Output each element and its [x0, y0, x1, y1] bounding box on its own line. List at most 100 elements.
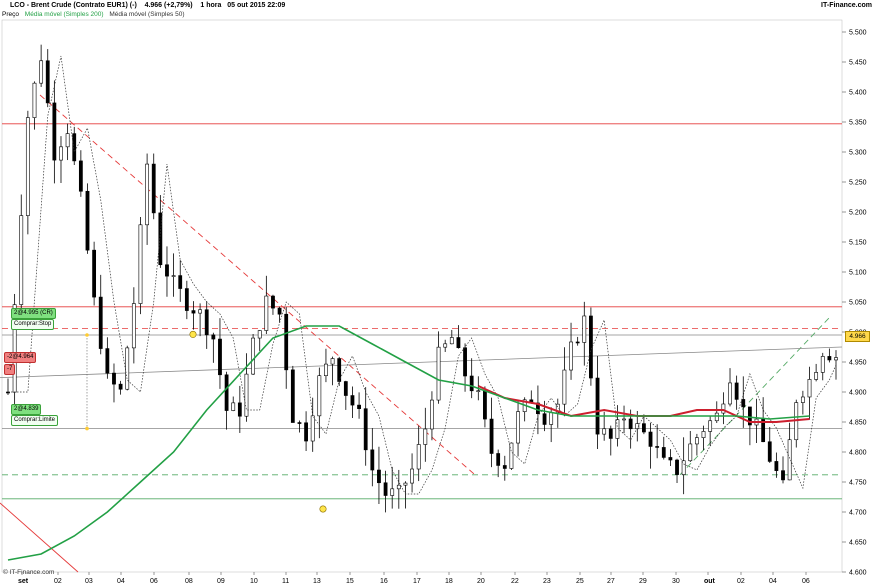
candle-body	[39, 60, 44, 84]
x-tick-label: 16	[380, 578, 388, 585]
candle-body	[118, 383, 123, 390]
candle-body	[257, 330, 262, 339]
stop-order-value[interactable]: 2@4.995 (CR)	[11, 308, 56, 319]
candle-body	[284, 313, 289, 371]
candle-body	[476, 390, 481, 392]
x-tick-label: 06	[150, 578, 158, 585]
candle-body	[65, 133, 70, 148]
x-tick-label: 08	[185, 578, 193, 585]
candle-body	[648, 431, 653, 447]
candle-body	[622, 418, 626, 421]
candle-body	[827, 356, 832, 361]
candle-body	[820, 356, 825, 373]
candle-body	[264, 295, 269, 331]
candle-body	[423, 428, 428, 445]
candle-body	[92, 249, 97, 298]
candle-body	[436, 346, 441, 401]
stop-order-label[interactable]: Comprar:Stop	[11, 319, 55, 330]
x-tick-label: 11	[282, 578, 289, 585]
candle-body	[178, 275, 183, 289]
candle-body	[171, 275, 176, 277]
candle-body	[595, 377, 600, 435]
x-tick-label: set	[18, 578, 29, 585]
x-tick-label: 15	[346, 578, 354, 585]
candle-body	[363, 408, 368, 451]
candle-body	[204, 309, 209, 336]
y-tick-label: 5.050	[849, 300, 867, 307]
candle-body	[85, 190, 90, 251]
alert-icon	[319, 505, 327, 513]
y-tick-label: 5.150	[849, 240, 867, 247]
candle-body	[45, 60, 50, 104]
candle-body	[198, 309, 202, 314]
candle-body	[224, 374, 229, 411]
candle-body	[211, 334, 216, 340]
candle-body	[231, 402, 236, 411]
candle-body	[602, 428, 607, 435]
candle-body	[721, 403, 726, 414]
x-tick-label: 13	[313, 578, 321, 585]
candle-body	[25, 117, 30, 216]
candle-body	[165, 264, 169, 277]
order-marker	[85, 333, 89, 337]
candle-body	[701, 431, 706, 438]
candle-body	[390, 488, 395, 496]
candle-body	[628, 418, 633, 430]
candle-body	[569, 341, 573, 371]
candle-body	[575, 341, 580, 344]
copyright: © IT-Finance.com	[3, 569, 55, 576]
candle-body	[694, 437, 699, 445]
candle-body	[714, 412, 719, 422]
limit-order-value[interactable]: 2@4.839	[11, 404, 42, 415]
candle-body	[416, 444, 421, 470]
candle-body	[449, 337, 454, 345]
trendline-up	[679, 316, 831, 476]
candle-body	[741, 399, 746, 408]
y-tick-label: 5.300	[849, 150, 867, 157]
y-tick-label: 4.700	[849, 510, 867, 517]
sell-order-qty[interactable]: -7	[4, 364, 16, 375]
price-chart[interactable]: 4.600 4.650 4.700 4.750 4.800 4.850 4.900 4.950…	[0, 0, 880, 587]
y-tick-label: 4.650	[849, 540, 867, 547]
candle-body	[834, 357, 838, 361]
candle-body	[396, 484, 401, 490]
candle-body	[105, 348, 110, 374]
order-marker	[85, 426, 89, 431]
limit-order-label[interactable]: Comprar:Limite	[11, 415, 59, 426]
candle-body	[32, 82, 37, 118]
candle-body	[350, 395, 355, 406]
candle-body	[98, 296, 103, 349]
y-tick-label: 5.500	[849, 30, 867, 37]
candle-body	[410, 468, 414, 484]
candle-body	[443, 343, 448, 348]
candle-body	[218, 338, 222, 376]
x-tick-label: 04	[769, 578, 777, 585]
candle-body	[251, 337, 255, 375]
candle-body	[277, 307, 282, 315]
candle-body	[489, 418, 494, 454]
y-tick-label: 5.100	[849, 270, 867, 277]
x-tick-label: 27	[607, 578, 615, 585]
y-tick-label: 5.250	[849, 180, 867, 187]
candle-body	[317, 375, 322, 417]
y-tick-label: 5.450	[849, 60, 867, 67]
candle-body	[290, 369, 295, 423]
candle-body	[138, 224, 143, 304]
candle-body	[655, 446, 660, 448]
x-tick-label: 02	[737, 578, 745, 585]
x-tick-label: 17	[413, 578, 421, 585]
x-tick-label: 04	[117, 578, 125, 585]
candle-body	[589, 315, 593, 379]
candle-body	[297, 422, 302, 424]
candle-body	[496, 453, 501, 466]
candle-body	[383, 482, 388, 496]
x-tick-label: 23	[543, 578, 551, 585]
x-tick-label: 10	[250, 578, 258, 585]
candle-body	[304, 422, 308, 442]
candle-body	[370, 449, 375, 471]
trendline-down-solid	[0, 502, 79, 573]
sell-order-value[interactable]: -2@4.964	[4, 352, 37, 363]
candle-body	[456, 337, 461, 349]
candle-body	[237, 402, 242, 417]
x-tick-label: 30	[672, 578, 680, 585]
